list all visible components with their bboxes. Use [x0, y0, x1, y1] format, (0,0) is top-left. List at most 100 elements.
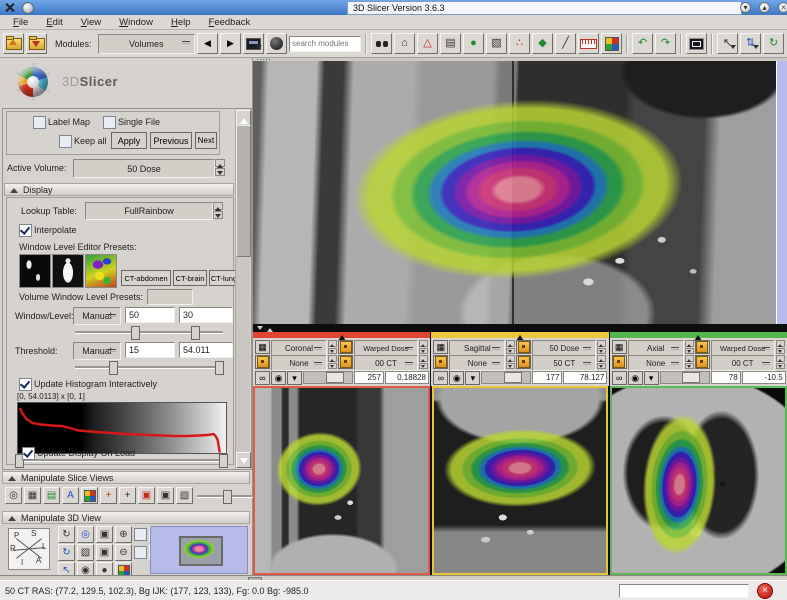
mouse-transform-mode-icon[interactable]: ⇅ — [740, 33, 761, 54]
background-spinner[interactable] — [419, 355, 428, 369]
label-spinner[interactable] — [328, 355, 337, 369]
update-histogram-checkbox[interactable] — [19, 378, 32, 391]
save-scene-icon[interactable] — [26, 33, 47, 54]
panel-scrollbar[interactable] — [235, 110, 250, 468]
scene-snapshot-icon[interactable]: ● — [463, 33, 484, 54]
close-button[interactable]: × — [778, 2, 787, 13]
sagittal-color-bar[interactable] — [431, 332, 608, 338]
axial-slice-slider[interactable] — [660, 371, 710, 384]
threshold-lower-handle[interactable] — [109, 361, 118, 375]
threshold-upper-field[interactable]: 54.011 — [179, 342, 233, 358]
visibility-eye-icon[interactable]: ◉ — [449, 371, 464, 385]
mouse-pick-mode-icon[interactable]: ↖ — [717, 33, 738, 54]
stack-icon[interactable]: ▣ — [157, 487, 174, 504]
main-slice-view[interactable] — [253, 61, 787, 324]
more-options-icon[interactable]: ▾ — [287, 371, 302, 385]
slice-link-grid-icon[interactable]: ▦ — [255, 340, 270, 354]
error-indicator-icon[interactable]: × — [757, 583, 773, 599]
label-layer-icon[interactable] — [433, 355, 448, 369]
coronal-slice-offset[interactable]: 0.18828 — [385, 371, 429, 384]
label-map-checkbox[interactable] — [33, 116, 46, 129]
menu-edit[interactable]: Edit — [37, 16, 71, 29]
screenshot-icon[interactable] — [686, 33, 707, 54]
sagittal-slice-slider[interactable] — [481, 371, 531, 384]
active-volume-spinner[interactable] — [215, 159, 225, 176]
zoom-out-icon[interactable]: ⊖ — [115, 544, 132, 561]
foreground-layer-icon[interactable] — [516, 340, 531, 354]
module-forward-icon[interactable]: ▶ — [220, 33, 241, 54]
volume-wl-presets-select[interactable] — [147, 289, 193, 305]
models-module-icon[interactable]: △ — [417, 33, 438, 54]
window-value-field[interactable]: 50 — [125, 307, 175, 323]
window-menu-button[interactable] — [22, 2, 34, 14]
layout-select-icon[interactable] — [243, 33, 264, 54]
interpolate-checkbox[interactable] — [19, 224, 32, 237]
link-views-icon[interactable]: ∞ — [255, 371, 270, 385]
keep-all-checkbox[interactable] — [59, 135, 72, 148]
label-layer-icon[interactable] — [612, 355, 627, 369]
apply-button[interactable]: Apply — [111, 132, 147, 149]
sagittal-orientation-select[interactable]: Sagittal — [449, 340, 505, 356]
coronal-slice-slider[interactable] — [303, 371, 353, 384]
editor-module-icon[interactable]: ▧ — [486, 33, 507, 54]
active-volume-select[interactable]: 50 Dose — [73, 159, 215, 178]
foreground-spinner[interactable] — [597, 340, 606, 354]
spin-checkbox[interactable] — [134, 528, 147, 541]
slice-views-section-header[interactable]: Manipulate Slice Views — [2, 471, 250, 484]
coronal-viewport[interactable] — [253, 386, 430, 575]
visibility-eye-icon[interactable]: ◉ — [628, 371, 643, 385]
axial-viewport[interactable] — [610, 386, 787, 575]
rock-checkbox[interactable] — [134, 546, 147, 559]
axial-orientation-select[interactable]: Axial — [628, 340, 684, 356]
threshold-mode-select[interactable]: Manual — [73, 342, 121, 360]
axial-foreground-select[interactable]: Warped Dose — [711, 340, 775, 356]
link-views-icon[interactable]: ∞ — [433, 371, 448, 385]
pitch-view-icon[interactable]: ↻ — [58, 526, 75, 543]
slice-link-grid-icon[interactable]: ▦ — [612, 340, 627, 354]
ct-abdomen-button[interactable]: CT-abdomen — [121, 270, 171, 286]
module-search-input[interactable] — [289, 36, 361, 52]
background-spinner[interactable] — [597, 355, 606, 369]
lookup-table-spinner[interactable] — [213, 202, 223, 218]
crosshair-icon[interactable]: + — [100, 487, 117, 504]
coronal-foreground-select[interactable]: Warped Dose — [354, 340, 418, 356]
previous-button[interactable]: Previous — [150, 132, 192, 149]
coronal-background-select[interactable]: 00 CT — [354, 355, 418, 371]
scroll-up-icon[interactable] — [236, 110, 251, 126]
scroll-thumb[interactable] — [236, 125, 251, 257]
fit-slices-icon[interactable]: ◎ — [5, 487, 22, 504]
foreground-layer-icon[interactable] — [338, 340, 353, 354]
next-button[interactable]: Next — [195, 132, 217, 149]
menu-window[interactable]: Window — [110, 16, 162, 29]
scroll-down-icon[interactable] — [236, 452, 251, 468]
load-scene-icon[interactable] — [3, 33, 24, 54]
axial-slice-offset[interactable]: -10.5 — [742, 371, 786, 384]
data-module-icon[interactable] — [371, 33, 392, 54]
sagittal-slice-offset[interactable]: 78.127 — [563, 371, 607, 384]
volumes-module-icon[interactable]: ▤ — [440, 33, 461, 54]
cube-view-icon[interactable]: ▧ — [77, 544, 94, 561]
threshold-upper-handle[interactable] — [215, 361, 224, 375]
slice-layout-icon[interactable]: ▦ — [24, 487, 41, 504]
histogram-plot[interactable] — [17, 402, 227, 454]
menu-file[interactable]: File — [4, 16, 37, 29]
more-options-icon[interactable]: ▾ — [644, 371, 659, 385]
axial-label-select[interactable]: None — [628, 355, 684, 371]
slice-link-grid-icon[interactable]: ▦ — [433, 340, 448, 354]
coronal-orientation-select[interactable]: Coronal — [271, 340, 327, 356]
refresh-icon[interactable]: ↻ — [763, 33, 784, 54]
lookup-table-select[interactable]: FullRainbow — [85, 202, 213, 220]
label-spinner[interactable] — [685, 355, 694, 369]
coronal-label-select[interactable]: None — [271, 355, 327, 371]
background-layer-icon[interactable] — [338, 355, 353, 369]
display-section-header[interactable]: Display — [4, 183, 234, 196]
axial-color-bar[interactable] — [610, 332, 787, 338]
axial-slice-index[interactable]: 78 — [711, 371, 741, 384]
sagittal-background-select[interactable]: 50 CT — [532, 355, 596, 371]
background-layer-icon[interactable] — [516, 355, 531, 369]
label-opacity-icon[interactable]: ▤ — [43, 487, 60, 504]
wl-preset-thumbnail-2[interactable] — [52, 254, 84, 288]
foreground-spinner[interactable] — [419, 340, 428, 354]
sagittal-slice-index[interactable]: 177 — [532, 371, 562, 384]
wl-preset-thumbnail-3[interactable] — [85, 254, 117, 288]
